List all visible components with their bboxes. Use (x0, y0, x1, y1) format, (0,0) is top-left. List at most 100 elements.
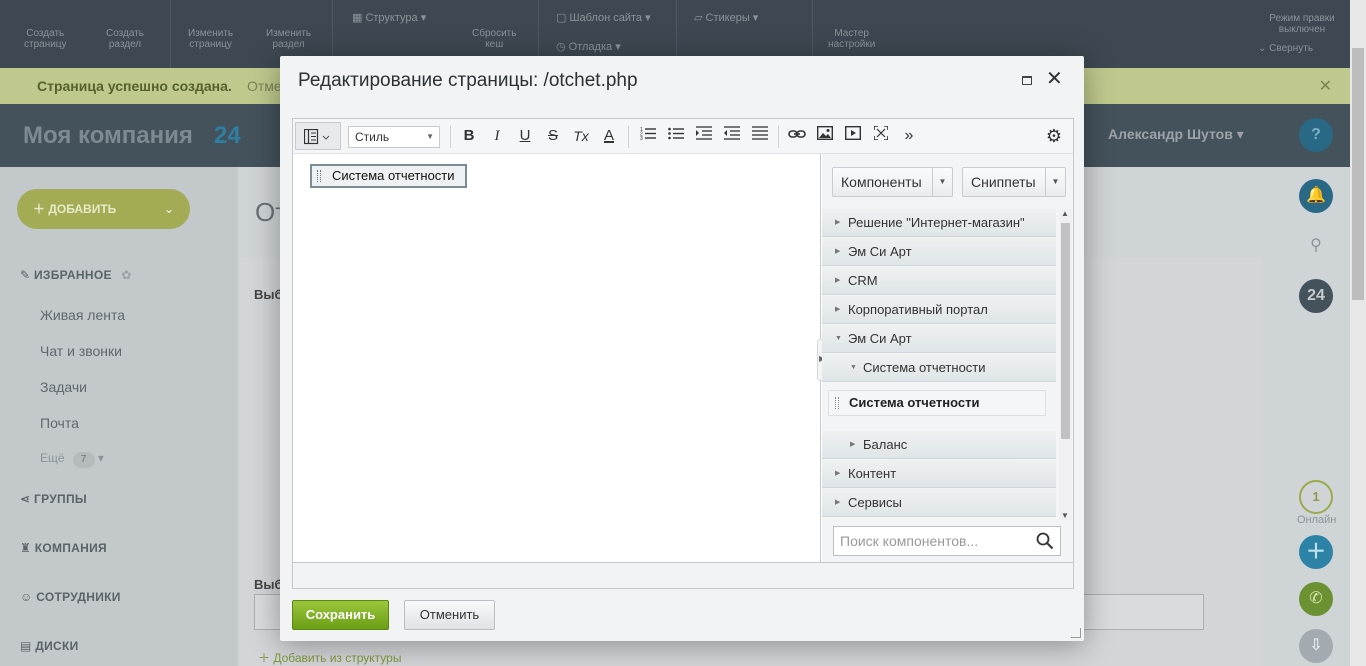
view-mode-button[interactable] (295, 122, 341, 150)
chevron-right-icon: ▶ (835, 306, 841, 313)
debug-button[interactable]: ◷ Отладка ▾ (556, 40, 621, 53)
edit-page-button[interactable]: Изменить страницу (188, 28, 233, 50)
site-template-label: Шаблон сайта (569, 12, 643, 24)
sidebar-item-mail[interactable]: Почта (40, 415, 79, 431)
cancel-button[interactable]: Отменить (404, 600, 495, 630)
scrollbar-thumb[interactable] (1352, 48, 1364, 300)
phone-icon[interactable]: ✆ (1299, 582, 1333, 616)
maximize-icon[interactable] (1022, 76, 1032, 85)
tree-item[interactable]: ▶ Эм Си Арт (822, 238, 1056, 266)
sidebar-more[interactable]: Ещё 7 ▾ (40, 451, 104, 468)
create-page-button[interactable]: Создать страницу (24, 28, 67, 50)
scroll-down-icon[interactable]: ▼ (1061, 511, 1069, 520)
edit-section-button[interactable]: Изменить раздел (266, 28, 311, 50)
link-icon[interactable] (786, 125, 808, 147)
component-block-label: Система отчетности (332, 168, 455, 183)
add-from-structure-link[interactable]: ＋ Добавить из структуры (258, 649, 401, 666)
components-scrollbar[interactable]: ▲ ▼ (1059, 209, 1072, 520)
dialog-title: Редактирование страницы: /otchet.php (298, 70, 638, 91)
toolbar-divider (778, 126, 779, 148)
sidebar-item-employees[interactable]: ☺ СОТРУДНИКИ (20, 590, 121, 604)
favorites-label: ИЗБРАННОЕ (34, 268, 112, 282)
chevron-down-icon[interactable]: ▼ (932, 168, 952, 196)
notice-cancel-link[interactable]: Отме (247, 78, 282, 94)
collapse-button[interactable]: ⌄ Свернуть (1258, 43, 1313, 54)
bold-button[interactable]: B (458, 125, 480, 147)
drag-handle-icon[interactable] (317, 170, 321, 182)
stickers-button[interactable]: ▱ Стикеры ▾ (694, 11, 758, 24)
drag-handle-icon[interactable] (835, 397, 839, 409)
tree-item[interactable]: ▶ CRM (822, 267, 1056, 295)
sidebar-item-groups[interactable]: ⋖ ГРУППЫ (20, 492, 87, 506)
fullscreen-icon[interactable] (870, 125, 892, 147)
tree-item[interactable]: ▶ Контент (822, 460, 1056, 488)
strikethrough-button[interactable]: S (542, 125, 564, 147)
bell-icon[interactable]: 🔔 (1299, 179, 1333, 213)
more-tools-button[interactable]: » (898, 125, 920, 147)
video-icon[interactable] (842, 125, 864, 147)
section-label: Выб (254, 287, 283, 302)
sidebar-item-chat[interactable]: Чат и звонки (40, 343, 122, 359)
style-select[interactable]: Стиль ▼ (348, 126, 440, 148)
tree-item[interactable]: ▶ Сервисы (822, 489, 1056, 517)
save-button[interactable]: Сохранить (292, 600, 389, 630)
online-count[interactable]: 1 (1299, 480, 1333, 514)
page-scrollbar[interactable] (1350, 0, 1366, 666)
create-page-label: Создать страницу (24, 28, 67, 50)
gear-icon[interactable]: ⚙ (1043, 125, 1065, 147)
components-button[interactable]: Компоненты ▼ (832, 167, 953, 197)
tree-item[interactable]: ▼ Система отчетности (822, 354, 1056, 382)
edit-mode-toggle[interactable]: Режим правки выключен (1256, 2, 1348, 35)
component-item[interactable]: Система отчетности (828, 390, 1046, 416)
snippets-button[interactable]: Сниппеты ▼ (962, 167, 1066, 197)
collapse-icon: ⌄ (1258, 43, 1270, 54)
italic-button[interactable]: I (486, 125, 508, 147)
plus-icon[interactable]: ＋ (1299, 535, 1333, 569)
component-search-input[interactable]: Поиск компонентов... (833, 526, 1061, 556)
numbered-list-icon[interactable]: 123 (637, 125, 659, 147)
user-menu[interactable]: Александр Шутов ▾ (1108, 126, 1244, 143)
tree-item[interactable]: ▶ Решение "Интернет-магазин" (822, 209, 1056, 237)
site-template-button[interactable]: ▢ Шаблон сайта ▾ (556, 11, 651, 24)
close-icon[interactable]: ✕ (1319, 76, 1332, 96)
clear-cache-button[interactable]: Сбросить кеш (472, 28, 516, 50)
scroll-up-icon[interactable]: ▲ (1061, 209, 1069, 218)
setup-wizard-button[interactable]: Мастер настройки (828, 28, 875, 50)
chevron-right-icon: ▶ (835, 470, 841, 477)
scrollbar-thumb[interactable] (1061, 223, 1070, 439)
font-color-button[interactable]: A (598, 125, 620, 147)
sidebar-item-feed[interactable]: Живая лента (40, 307, 125, 323)
search-placeholder: Поиск компонентов... (840, 533, 979, 549)
structure-button[interactable]: ▦ Структура ▾ (352, 11, 426, 24)
underline-button[interactable]: U (514, 125, 536, 147)
outdent-icon[interactable] (721, 125, 743, 147)
align-icon[interactable] (749, 125, 771, 147)
editor-content-area[interactable]: Система отчетности (293, 154, 821, 562)
sidebar-item-tasks[interactable]: Задачи (40, 379, 87, 395)
editor-component-block[interactable]: Система отчетности (310, 164, 467, 188)
help-button[interactable]: ? (1299, 118, 1333, 152)
tree-item[interactable]: ▼ Эм Си Арт (822, 325, 1056, 353)
edit-mode-label: Режим правки выключен (1269, 13, 1335, 35)
create-section-button[interactable]: Создать раздел (106, 28, 144, 50)
add-button[interactable]: ＋ ДОБАВИТЬ ⌄ (17, 189, 190, 229)
clear-format-button[interactable]: Tx (570, 125, 592, 147)
counter-badge[interactable]: 24 (1299, 279, 1333, 313)
tree-item[interactable]: ▶ Корпоративный портал (822, 296, 1056, 324)
search-icon[interactable]: ⚲ (1299, 229, 1333, 263)
portal-title[interactable]: Моя компания (23, 122, 193, 150)
chevron-down-icon[interactable]: ▼ (1045, 168, 1065, 196)
download-icon[interactable]: ⇩ (1299, 629, 1333, 663)
favorites-section[interactable]: ✎ ИЗБРАННОЕ ✿ (20, 268, 132, 282)
indent-icon[interactable] (693, 125, 715, 147)
bullet-list-icon[interactable] (665, 125, 687, 147)
close-icon[interactable]: ✕ (1046, 69, 1063, 89)
portal-badge: 24 (214, 122, 241, 149)
sidebar-item-company[interactable]: ♜ КОМПАНИЯ (20, 541, 107, 555)
image-icon[interactable] (814, 125, 836, 147)
resize-handle-icon[interactable] (1071, 628, 1081, 638)
tree-item[interactable]: ▶ Баланс (822, 431, 1056, 459)
search-icon[interactable] (1036, 532, 1054, 550)
tree-item-label: Решение "Интернет-магазин" (848, 215, 1025, 230)
sidebar-item-disks[interactable]: ▤ ДИСКИ (20, 639, 79, 653)
